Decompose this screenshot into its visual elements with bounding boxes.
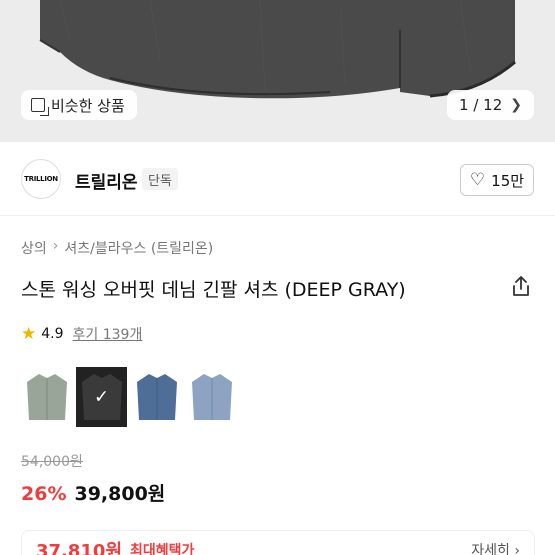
brand-name[interactable]: 트릴리온 bbox=[75, 168, 138, 193]
original-price: 54,000원 bbox=[21, 454, 83, 470]
max-benefit-box[interactable]: 37,810원 최대혜택가 자세히 › bbox=[21, 530, 535, 555]
like-count: 15만 bbox=[491, 171, 525, 190]
swatch-blue[interactable] bbox=[131, 367, 182, 427]
benefit-label: 최대혜택가 bbox=[130, 543, 195, 555]
brand-logo-text: TRILLION bbox=[24, 175, 58, 183]
rating-value: 4.9 bbox=[41, 326, 64, 342]
share-icon[interactable] bbox=[511, 275, 531, 297]
chevron-right-icon: › bbox=[52, 238, 59, 254]
star-icon: ★ bbox=[21, 324, 37, 344]
rating-row: ★ 4.9 후기 139개 bbox=[21, 324, 142, 344]
shirt-thumbnail bbox=[191, 374, 232, 420]
breadcrumb-item-category[interactable]: 상의 bbox=[21, 238, 47, 258]
denim-shirt-image bbox=[0, 0, 555, 142]
chevron-right-icon: ❯ bbox=[510, 97, 522, 113]
shirt-thumbnail bbox=[26, 374, 67, 420]
check-icon: ✓ bbox=[93, 386, 110, 408]
image-pager[interactable]: 1 / 12 ❯ bbox=[447, 90, 534, 120]
similar-products-button[interactable]: 비슷한 상품 bbox=[21, 90, 137, 120]
similar-label: 비슷한 상품 bbox=[51, 96, 125, 115]
exclusive-badge: 단독 bbox=[142, 168, 178, 190]
shirt-thumbnail bbox=[136, 374, 177, 420]
breadcrumb-item-subcategory[interactable]: 셔츠/블라우스 (트릴리온) bbox=[64, 238, 213, 258]
pager-text: 1 / 12 bbox=[459, 96, 503, 114]
swatch-light-blue[interactable] bbox=[186, 367, 237, 427]
brand-logo[interactable]: TRILLION bbox=[21, 159, 61, 199]
like-button[interactable]: ♡ 15만 bbox=[460, 164, 534, 196]
brand-row[interactable]: TRILLION 트릴리온 단독 ♡ 15만 bbox=[0, 142, 555, 216]
swatch-deep-gray[interactable]: ✓ bbox=[76, 367, 127, 427]
benefit-price: 37,810원 bbox=[36, 541, 123, 555]
reviews-link[interactable]: 후기 139개 bbox=[73, 324, 143, 344]
sale-price: 39,800원 bbox=[74, 483, 166, 505]
price-row: 26% 39,800원 bbox=[21, 479, 165, 506]
color-swatches: ✓ bbox=[21, 367, 237, 427]
product-title: 스톤 워싱 오버핏 데님 긴팔 셔츠 (DEEP GRAY) bbox=[21, 279, 406, 301]
similar-icon bbox=[31, 98, 49, 116]
detail-link[interactable]: 자세히 › bbox=[471, 540, 520, 555]
discount-rate: 26% bbox=[21, 483, 67, 505]
swatch-light-green[interactable] bbox=[21, 367, 72, 427]
product-image-hero[interactable]: 비슷한 상품 1 / 12 ❯ bbox=[0, 0, 555, 142]
breadcrumb: 상의 › 셔츠/블라우스 (트릴리온) bbox=[21, 238, 213, 258]
heart-icon: ♡ bbox=[469, 170, 486, 190]
